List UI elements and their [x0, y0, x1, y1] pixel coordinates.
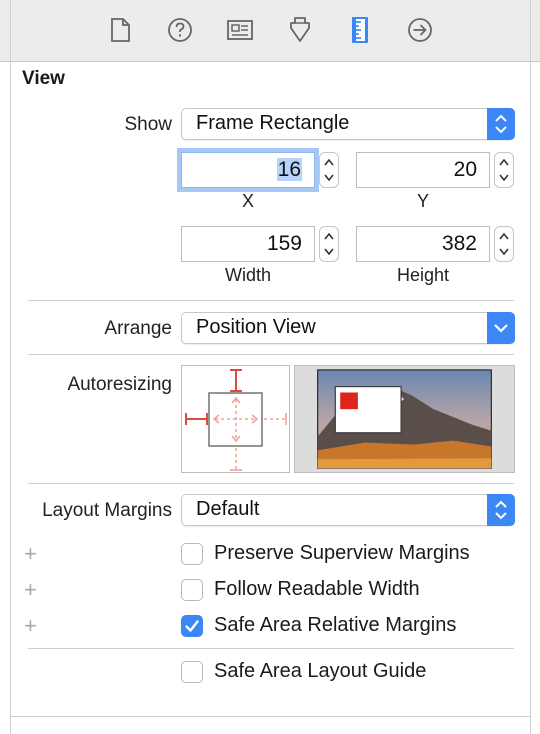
width-field[interactable]: 159 [181, 226, 315, 262]
safe-area-relative-margins-label: Safe Area Relative Margins [214, 614, 457, 636]
x-field[interactable]: 16 [181, 152, 315, 188]
identity-inspector-tab[interactable] [224, 14, 256, 46]
y-caption: Y [416, 191, 429, 211]
separator [28, 300, 514, 301]
y-stepper[interactable] [494, 152, 514, 188]
attributes-inspector-tab[interactable] [284, 14, 316, 46]
separator [28, 483, 514, 484]
inspector-tab-bar [0, 0, 540, 62]
follow-readable-width-label: Follow Readable Width [214, 578, 420, 600]
x-stepper[interactable] [319, 152, 339, 188]
preserve-superview-margins-label: Preserve Superview Margins [214, 542, 470, 564]
layout-margins-popup-value: Default [196, 498, 260, 520]
show-popup[interactable]: Frame Rectangle [181, 108, 515, 140]
help-icon [168, 18, 192, 42]
identity-card-icon [227, 20, 253, 40]
height-stepper[interactable] [494, 226, 514, 262]
file-inspector-tab[interactable] [104, 14, 136, 46]
autoresizing-label: Autoresizing [67, 374, 172, 395]
width-caption: Width [224, 265, 271, 285]
x-value: 16 [276, 158, 302, 181]
show-label: Show [124, 114, 172, 135]
stepper-arrows-icon [324, 158, 334, 182]
height-field[interactable]: 382 [356, 226, 490, 262]
stepper-arrows-icon [499, 232, 509, 256]
separator [28, 648, 514, 649]
up-down-arrows-icon [487, 494, 515, 526]
quick-help-tab[interactable] [164, 14, 196, 46]
section-title-view: View [22, 68, 65, 89]
height-value: 382 [441, 232, 477, 255]
safe-area-relative-margins-checkbox[interactable] [181, 615, 203, 637]
y-field[interactable]: 20 [356, 152, 490, 188]
size-inspector-tab[interactable] [344, 14, 376, 46]
y-value: 20 [453, 158, 477, 181]
right-divider [530, 0, 531, 734]
ruler-icon [352, 17, 368, 43]
arrange-popup-value: Position View [196, 316, 316, 338]
up-down-arrows-icon [487, 108, 515, 140]
arrange-label: Arrange [104, 318, 172, 339]
layout-margins-popup[interactable]: Default [181, 494, 515, 526]
attributes-arrow-icon [290, 17, 310, 42]
follow-readable-width-checkbox[interactable] [181, 579, 203, 601]
safe-area-layout-guide-label: Safe Area Layout Guide [214, 660, 427, 682]
connections-inspector-tab[interactable] [404, 14, 436, 46]
connections-arrow-icon [408, 18, 432, 42]
add-variation-button[interactable]: + [24, 543, 37, 565]
safe-area-layout-guide-checkbox[interactable] [181, 661, 203, 683]
width-stepper[interactable] [319, 226, 339, 262]
stepper-arrows-icon [324, 232, 334, 256]
left-divider [10, 0, 11, 734]
show-popup-value: Frame Rectangle [196, 112, 350, 134]
file-icon [111, 18, 130, 42]
arrange-popup[interactable]: Position View [181, 312, 515, 344]
width-value: 159 [266, 232, 302, 255]
chevron-down-icon [487, 312, 515, 344]
preserve-superview-margins-checkbox[interactable] [181, 543, 203, 565]
autoresizing-struts-springs [185, 369, 287, 471]
separator [28, 354, 514, 355]
layout-margins-label: Layout Margins [42, 500, 172, 521]
x-caption: X [241, 191, 254, 211]
checkmark-icon [185, 620, 199, 632]
add-variation-button[interactable]: + [24, 615, 37, 637]
height-caption: Height [396, 265, 450, 285]
autoresizing-preview [294, 365, 515, 473]
preview-desktop-image [317, 369, 492, 469]
add-variation-button[interactable]: + [24, 579, 37, 601]
autoresizing-mask-editor[interactable] [181, 365, 290, 473]
bottom-divider [10, 716, 530, 717]
stepper-arrows-icon [499, 158, 509, 182]
